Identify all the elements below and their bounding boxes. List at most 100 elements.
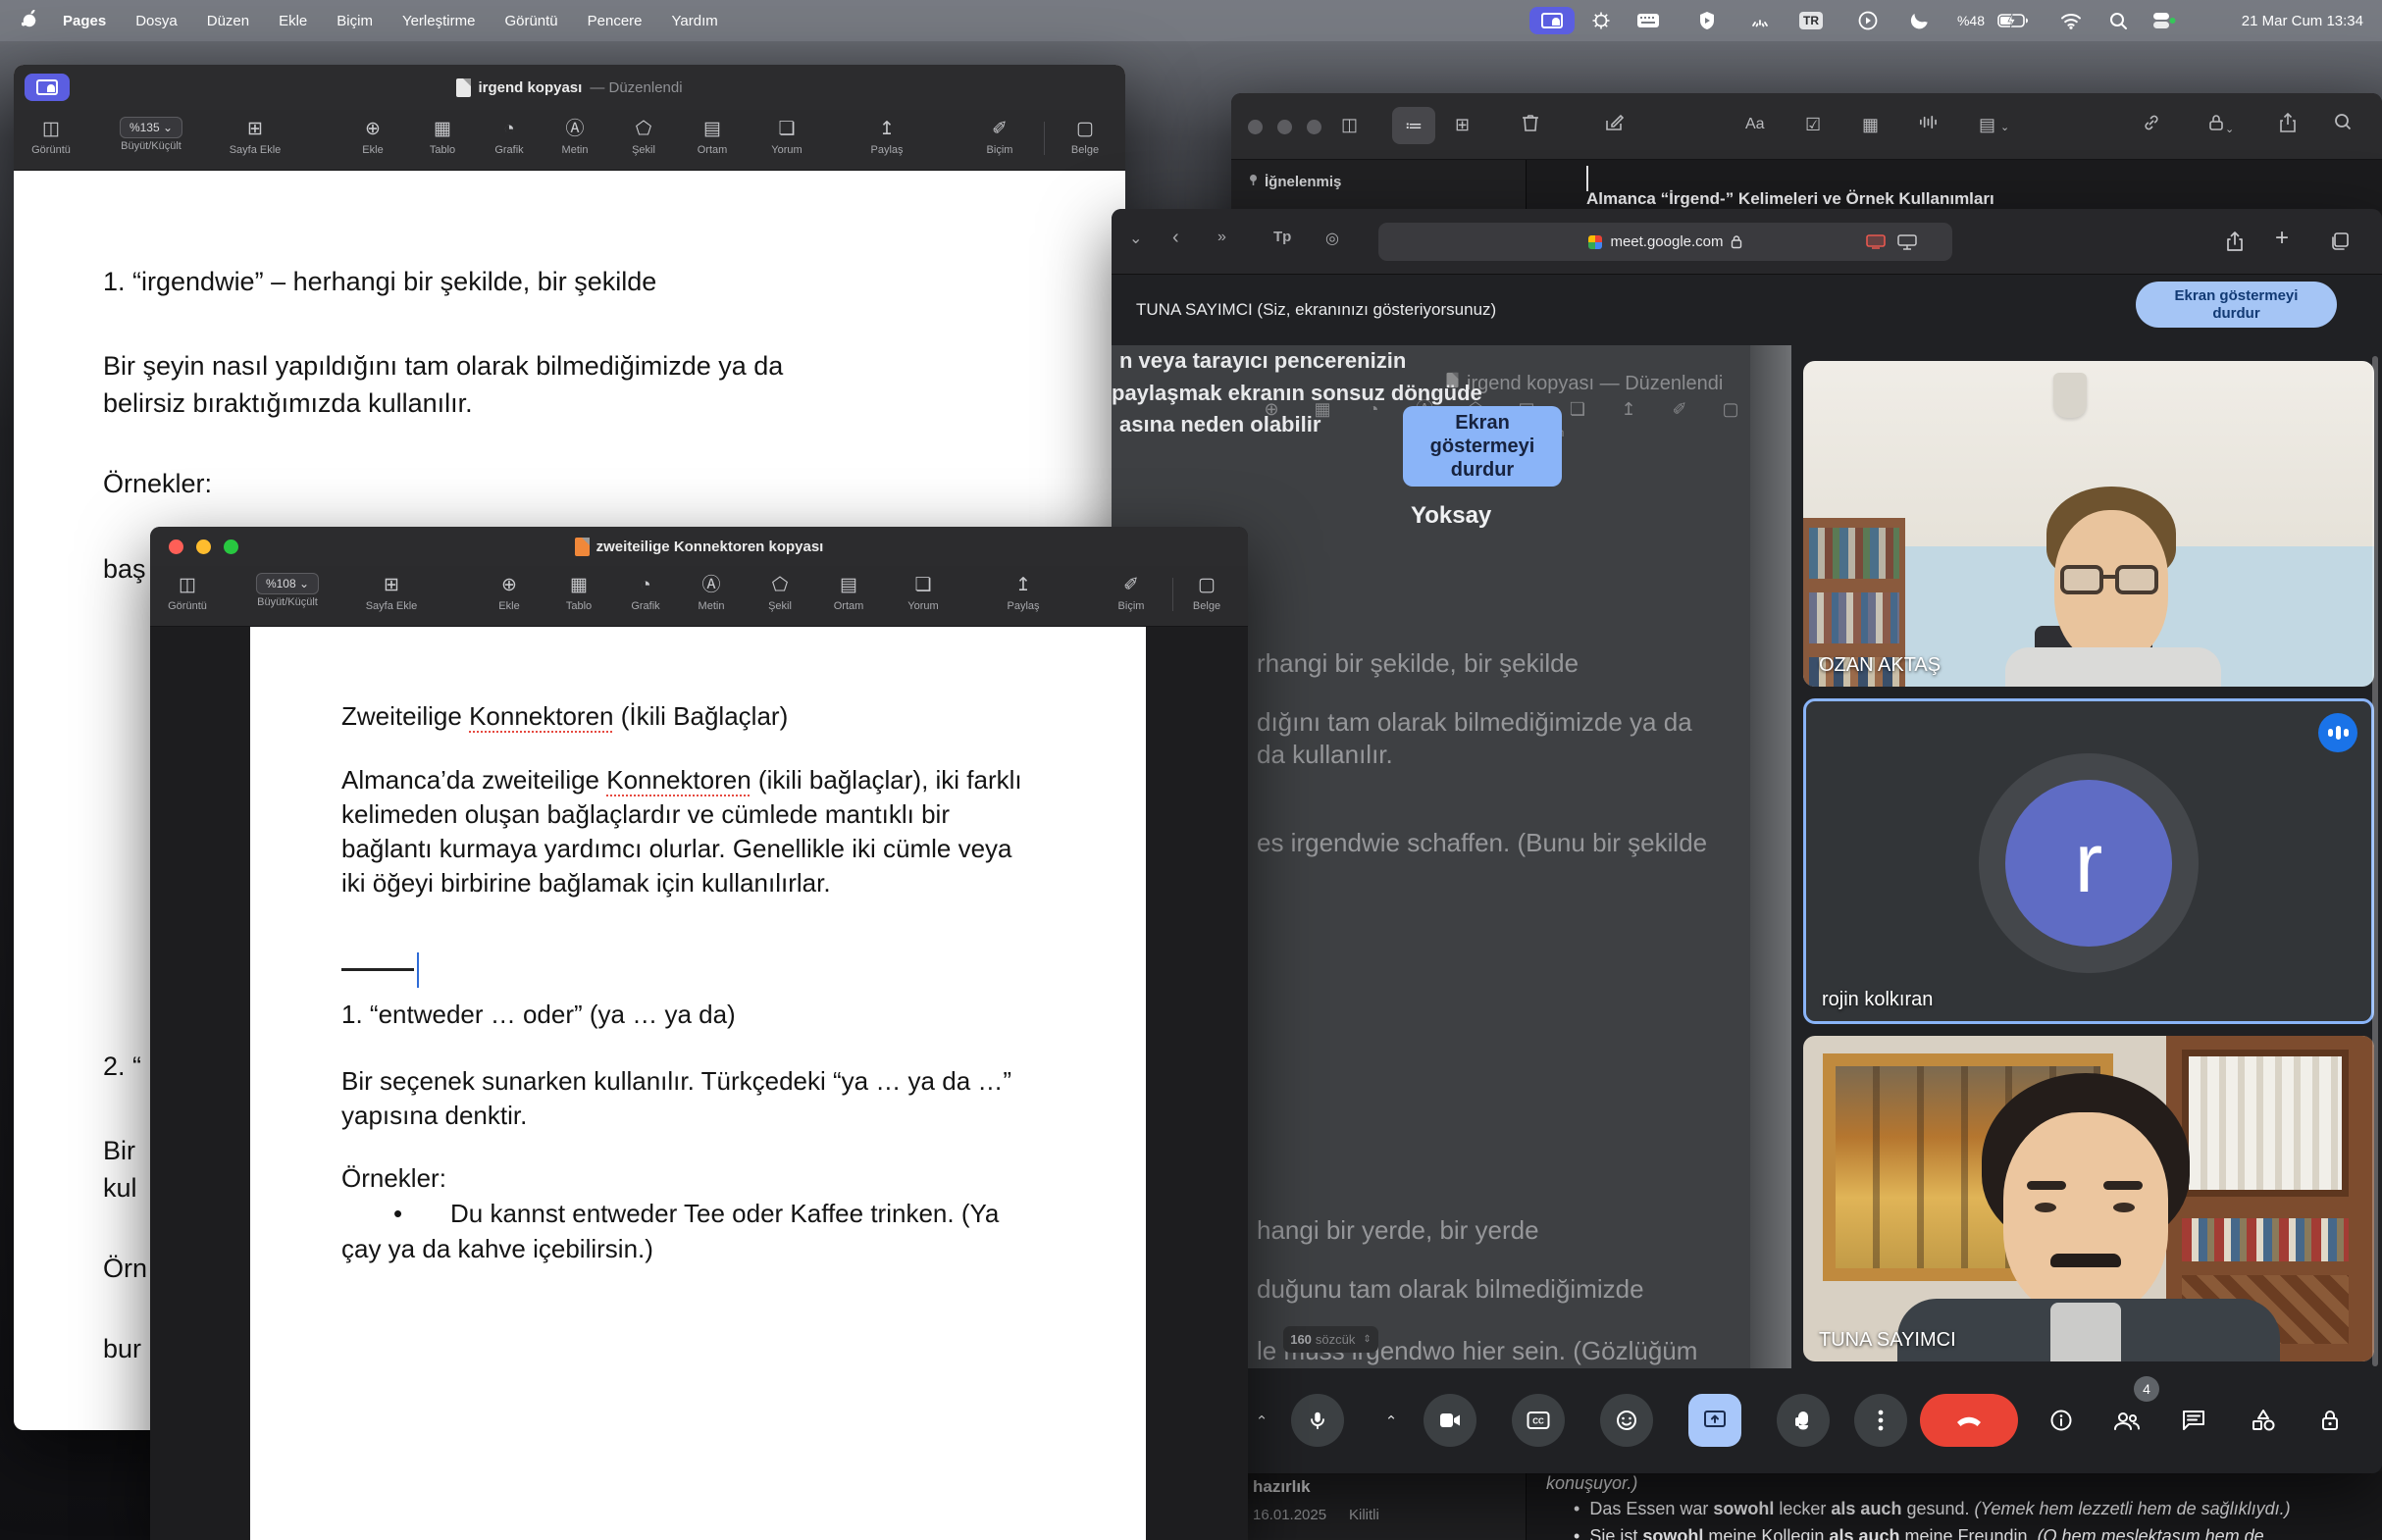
front-document-page[interactable]: Zweiteilige Konnektoren (İkili Bağlaçlar… (250, 627, 1146, 1540)
back-window-titlebar[interactable]: irgend kopyası — Düzenlendi (14, 65, 1125, 110)
notes-sidebar-toggle-icon[interactable]: ◫ (1341, 115, 1358, 135)
toolbar-table-button[interactable]: ▦Tablo (430, 117, 455, 156)
sparkle-dots-icon[interactable] (1740, 0, 1780, 41)
notes-list-view-icon[interactable]: ≔ (1392, 107, 1435, 144)
toolbar-media-button[interactable]: ▤Ortam (698, 117, 728, 156)
toolbar-document-button[interactable]: ▢Belge (1071, 117, 1099, 156)
video-tile-ozan[interactable]: OZAN AKTAŞ (1803, 361, 2374, 687)
toolbar-document-button[interactable]: ▢Belge (1193, 573, 1220, 612)
toolbar-insert-button[interactable]: ⊕Ekle (362, 117, 383, 156)
checklist-icon[interactable]: ☑ (1805, 115, 1821, 135)
minimize-icon[interactable] (1277, 120, 1292, 134)
toolbar-shape-button[interactable]: ⬠Şekil (632, 117, 655, 156)
toolbar-media-button[interactable]: ▤Ortam (834, 573, 864, 612)
toolbar-comment-button[interactable]: ❏Yorum (771, 117, 802, 156)
text-format-icon[interactable]: Aa (1745, 116, 1765, 133)
toolbar-zoom-control[interactable]: %108 ⌄Büyüt/Küçült (256, 573, 319, 608)
menu-goruntu[interactable]: Görüntü (504, 13, 557, 29)
menu-bicim[interactable]: Biçim (337, 13, 373, 29)
link-icon[interactable] (2142, 113, 2161, 137)
url-bar[interactable]: meet.google.com (1378, 223, 1952, 261)
new-tab-icon[interactable]: + (2275, 225, 2289, 252)
toolbar-insert-button[interactable]: ⊕Ekle (498, 573, 519, 612)
toolbar-format-button[interactable]: ✐Biçim (987, 117, 1013, 156)
browser-share-icon[interactable] (2215, 222, 2254, 261)
menu-app-name[interactable]: Pages (63, 13, 106, 29)
toolbar-table-button[interactable]: ▦Tablo (566, 573, 592, 612)
toolbar-text-button[interactable]: ⒶMetin (699, 573, 725, 612)
notes-gallery-view-icon[interactable]: ⊞ (1455, 115, 1470, 135)
toolbar-share-button[interactable]: ↥Paylaş (1007, 573, 1039, 612)
forward-doubled-icon[interactable]: » (1217, 229, 1223, 246)
close-icon[interactable] (169, 539, 183, 554)
keyboard-icon[interactable] (1629, 0, 1668, 41)
people-button[interactable] (2107, 1401, 2147, 1440)
zoom-level-pill[interactable]: %108 ⌄ (256, 573, 319, 594)
camera-options-chevron[interactable]: ⌃ (1385, 1412, 1398, 1430)
extension-badge[interactable]: Tp (1273, 229, 1291, 245)
shield-icon[interactable] (1687, 0, 1727, 41)
present-button-active[interactable] (1688, 1394, 1741, 1447)
share-icon[interactable] (2279, 113, 2297, 137)
play-circle-icon[interactable] (1848, 0, 1888, 41)
host-controls-button[interactable] (2310, 1401, 2350, 1440)
toolbar-shape-button[interactable]: ⬠Şekil (768, 573, 792, 612)
apple-menu[interactable] (22, 10, 37, 31)
zoom-icon[interactable] (224, 539, 238, 554)
stop-presenting-button[interactable]: Ekran göstermeyidurdur (2136, 282, 2337, 328)
preview-stop-presenting-button[interactable]: Ekrangöstermeyidurdur (1403, 406, 1562, 487)
toolbar-chart-button[interactable]: ◔Grafik (494, 117, 523, 156)
toolbar-chart-button[interactable]: ◔Grafik (631, 573, 659, 612)
toolbar-format-button[interactable]: ✐Biçim (1118, 573, 1145, 612)
toolbar-view-button[interactable]: ◫Görüntü (168, 573, 207, 612)
captions-button[interactable]: CC (1512, 1394, 1565, 1447)
mic-options-chevron[interactable]: ⌃ (1256, 1412, 1269, 1430)
reader-eye-icon[interactable]: ◎ (1325, 229, 1339, 248)
menu-ekle[interactable]: Ekle (279, 13, 307, 29)
scrollbar[interactable] (2372, 356, 2378, 1366)
zoom-icon[interactable] (1307, 120, 1321, 134)
input-source-switcher[interactable]: TR (1791, 0, 1831, 41)
raise-hand-button[interactable] (1777, 1394, 1830, 1447)
activities-button[interactable] (2244, 1401, 2283, 1440)
toolbar-add-page-button[interactable]: ⊞Sayfa Ekle (230, 117, 282, 156)
video-tile-tuna[interactable]: TUNA SAYIMCI (1803, 1036, 2374, 1361)
menu-yardim[interactable]: Yardım (672, 13, 718, 29)
toolbar-add-page-button[interactable]: ⊞Sayfa Ekle (366, 573, 418, 612)
chatgpt-menu-icon[interactable] (1583, 0, 1619, 41)
screen-sharing-status[interactable] (1523, 0, 1581, 41)
search-icon[interactable] (2334, 113, 2353, 136)
menu-pencere[interactable]: Pencere (588, 13, 643, 29)
lock-icon[interactable]: ⌄ (2207, 113, 2234, 137)
toolbar-overflow-chevron-icon[interactable]: ⌄ (1129, 229, 1142, 248)
fast-user-switch-icon[interactable] (2141, 0, 2188, 41)
dismiss-button[interactable]: Yoksay (1411, 502, 1491, 530)
table-icon[interactable]: ▦ (1862, 115, 1879, 135)
end-call-button[interactable] (1920, 1394, 2018, 1447)
back-icon[interactable]: ‹ (1172, 227, 1179, 249)
video-tile-rojin[interactable]: r rojin kolkıran (1803, 698, 2374, 1024)
menu-yerlestirme[interactable]: Yerleştirme (402, 13, 475, 29)
focus-moon-icon[interactable] (1899, 0, 1939, 41)
close-icon[interactable] (1248, 120, 1263, 134)
wifi-icon[interactable] (2050, 0, 2092, 41)
toolbar-comment-button[interactable]: ❏Yorum (907, 573, 938, 612)
trash-icon[interactable] (1522, 113, 1539, 137)
front-window-titlebar[interactable]: zweiteilige Konnektoren kopyası (150, 527, 1248, 566)
toolbar-zoom-control[interactable]: %135 ⌄Büyüt/Küçült (120, 117, 182, 152)
toolbar-share-button[interactable]: ↥Paylaş (870, 117, 903, 156)
menu-clock[interactable]: 21 Mar Cum 13:34 (2196, 0, 2377, 41)
notes-list-item[interactable]: hazırlık 16.01.2025 Kilitli (1231, 1471, 1527, 1540)
tab-overview-icon[interactable] (2320, 222, 2359, 261)
spotlight-search-icon[interactable] (2097, 0, 2139, 41)
zoom-level-pill[interactable]: %135 ⌄ (120, 117, 182, 138)
window-shared-indicator[interactable] (25, 74, 70, 101)
toolbar-view-button[interactable]: ◫Görüntü (31, 117, 71, 156)
chat-button[interactable] (2174, 1401, 2213, 1440)
toolbar-text-button[interactable]: ⒶMetin (562, 117, 589, 156)
audio-record-icon[interactable] (1918, 113, 1938, 137)
media-insert-icon[interactable]: ▤ ⌄ (1979, 115, 2009, 135)
meeting-details-button[interactable] (2042, 1401, 2081, 1440)
mic-button[interactable] (1291, 1394, 1344, 1447)
menu-dosya[interactable]: Dosya (135, 13, 178, 29)
